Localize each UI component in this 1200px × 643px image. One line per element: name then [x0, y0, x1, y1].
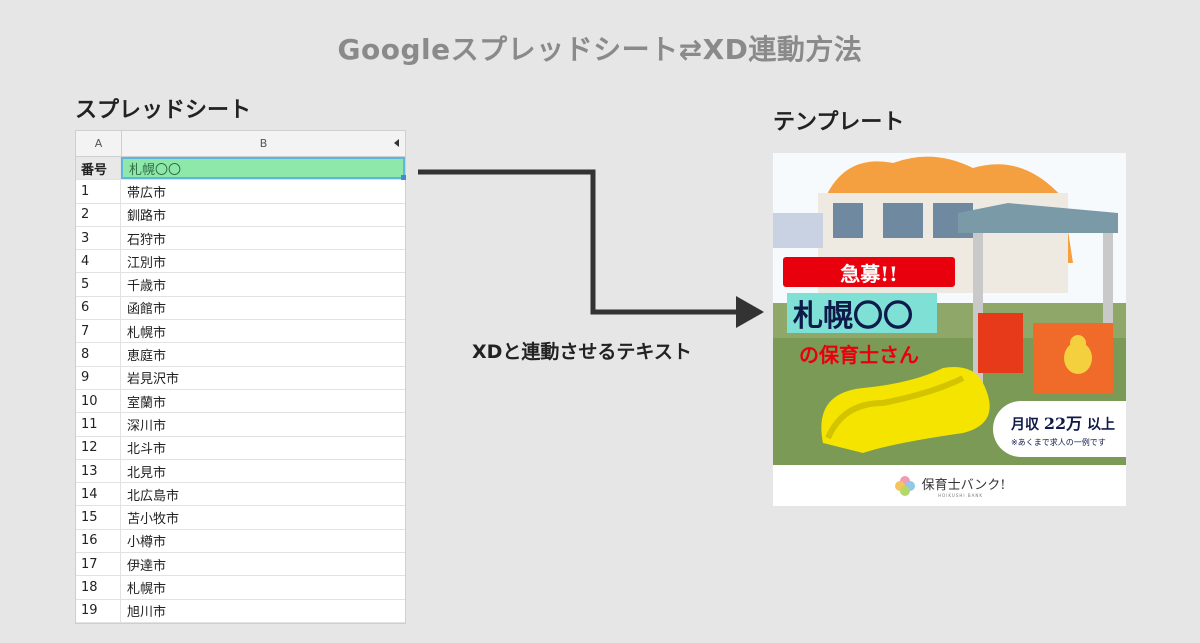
connector-label: XDと連動させるテキスト — [472, 341, 692, 363]
brand-sub: HOIKUSHI BANK — [938, 492, 983, 498]
connector-line — [418, 169, 742, 315]
job-subtitle: の保育士さん — [799, 343, 919, 367]
template-preview[interactable]: 急募!! 札幌〇〇 の保育士さん 月収 22万 以上 ※あくまで求人の一例です … — [773, 153, 1126, 506]
brand-footer: 保育士バンク! HOIKUSHI BANK — [773, 465, 1126, 506]
brand-name: 保育士バンク! — [921, 477, 1006, 493]
urgent-banner: 急募!! — [783, 257, 955, 287]
salary-prefix: 月収 — [1011, 417, 1039, 433]
brand-logo-icon — [894, 475, 915, 496]
salary-note: ※あくまで求人の一例です — [1011, 438, 1106, 447]
salary-suffix: 以上 — [1087, 417, 1116, 433]
arrow-head-icon — [736, 296, 764, 328]
salary-main: 月収 22万 以上 — [1011, 410, 1126, 434]
salary-badge: 月収 22万 以上 ※あくまで求人の一例です — [993, 401, 1126, 457]
city-text-linked: 札幌〇〇 — [787, 293, 937, 334]
salary-amount: 22万 — [1043, 414, 1083, 433]
